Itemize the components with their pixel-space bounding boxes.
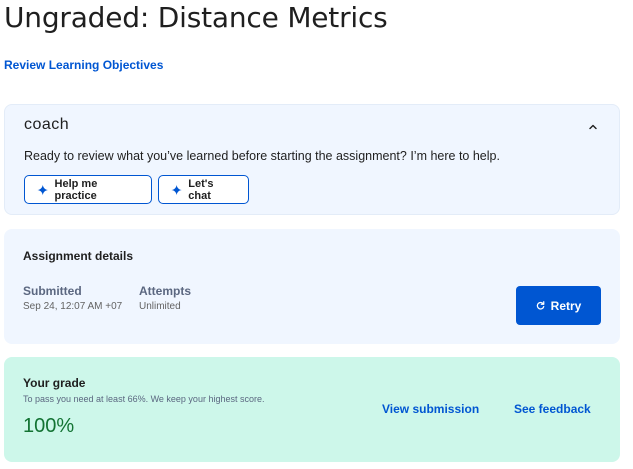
collapse-coach-button[interactable]	[583, 117, 603, 137]
your-grade-title: Your grade	[23, 376, 86, 390]
grade-panel: Your grade To pass you need at least 66%…	[4, 357, 620, 462]
retry-label: Retry	[550, 298, 582, 313]
see-feedback-link[interactable]: See feedback	[514, 402, 591, 416]
grade-requirement-text: To pass you need at least 66%. We keep y…	[23, 394, 265, 404]
grade-value: 100%	[23, 415, 75, 437]
sparkle-icon	[37, 184, 49, 195]
coach-panel: coach Ready to review what you’ve learne…	[4, 104, 620, 215]
chevron-up-icon	[589, 124, 597, 130]
help-me-practice-label: Help me practice	[54, 177, 98, 202]
submitted-value: Sep 24, 12:07 AM +07	[23, 301, 123, 312]
coach-message: Ready to review what you’ve learned befo…	[24, 149, 500, 163]
submitted-label: Submitted	[23, 284, 82, 298]
lets-chat-label: Let's chat	[188, 177, 214, 202]
coach-logo: coach	[24, 116, 70, 133]
lets-chat-button[interactable]: Let's chat	[158, 175, 249, 204]
review-learning-objectives-link[interactable]: Review Learning Objectives	[4, 58, 163, 72]
attempts-value: Unlimited	[139, 301, 181, 312]
assignment-details-title: Assignment details	[23, 249, 134, 263]
attempts-label: Attempts	[139, 284, 192, 298]
retry-button[interactable]: Retry	[516, 286, 601, 325]
sparkle-icon	[171, 184, 182, 195]
assignment-details-panel: Assignment details Submitted Sep 24, 12:…	[4, 229, 620, 344]
help-me-practice-button[interactable]: Help me practice	[24, 175, 152, 204]
view-submission-link[interactable]: View submission	[382, 402, 479, 416]
page-title: Ungraded: Distance Metrics	[4, 1, 388, 34]
retry-icon	[536, 301, 545, 310]
